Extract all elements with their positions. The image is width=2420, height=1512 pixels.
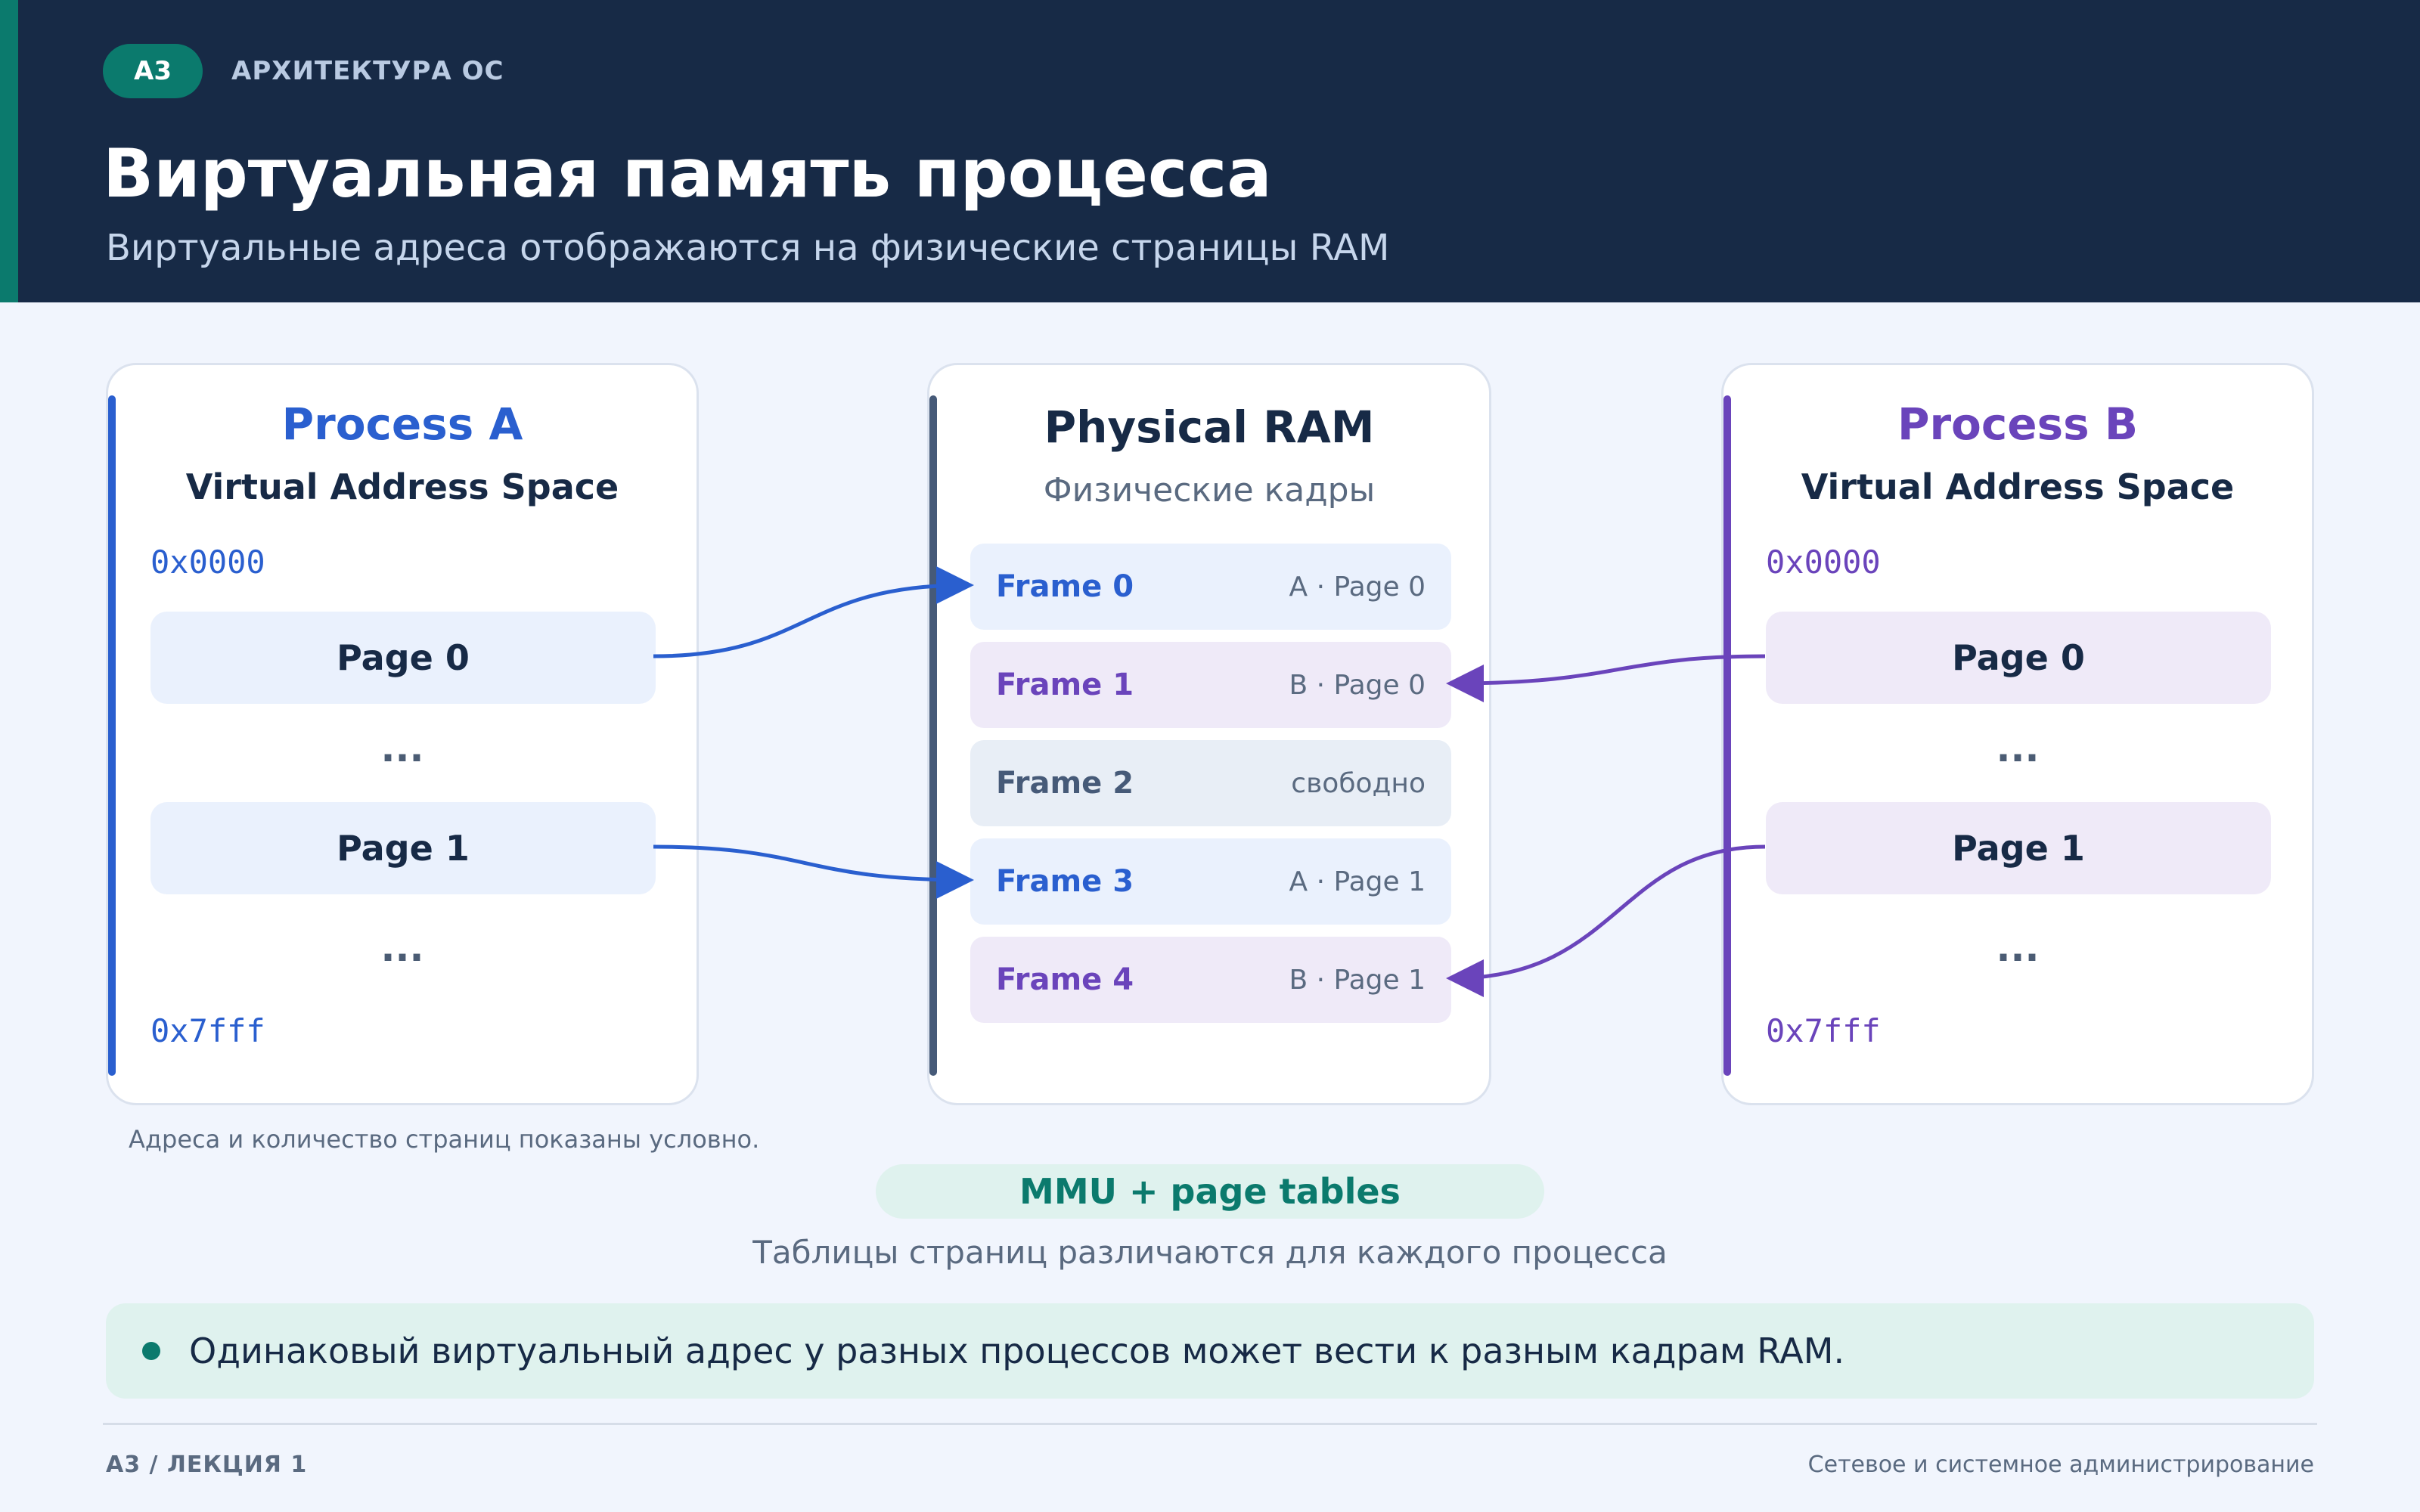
arrow-b-page0-to-frame1	[1446, 654, 1766, 702]
key-point-callout: Одинаковый виртуальный адрес у разных пр…	[106, 1303, 2314, 1399]
footer-divider	[103, 1423, 2317, 1425]
disclaimer-note: Адреса и количество страниц показаны усл…	[129, 1125, 760, 1154]
arrow-b-page1-to-frame4	[1446, 844, 1766, 997]
footer-course-name: Сетевое и системное администрирование	[1807, 1452, 2314, 1478]
mapping-arrows	[653, 566, 1766, 997]
bullet-dot-icon	[142, 1342, 160, 1360]
callout-text: Одинаковый виртуальный адрес у разных пр…	[189, 1331, 1845, 1371]
mmu-label: MMU + page tables	[876, 1164, 1544, 1219]
arrow-a-page0-to-frame0	[653, 566, 974, 658]
footer-lecture-label: A3 / ЛЕКЦИЯ 1	[106, 1452, 308, 1478]
mmu-subtitle: Таблицы страниц различаются для каждого …	[752, 1234, 1668, 1271]
arrow-a-page1-to-frame3	[653, 844, 974, 899]
